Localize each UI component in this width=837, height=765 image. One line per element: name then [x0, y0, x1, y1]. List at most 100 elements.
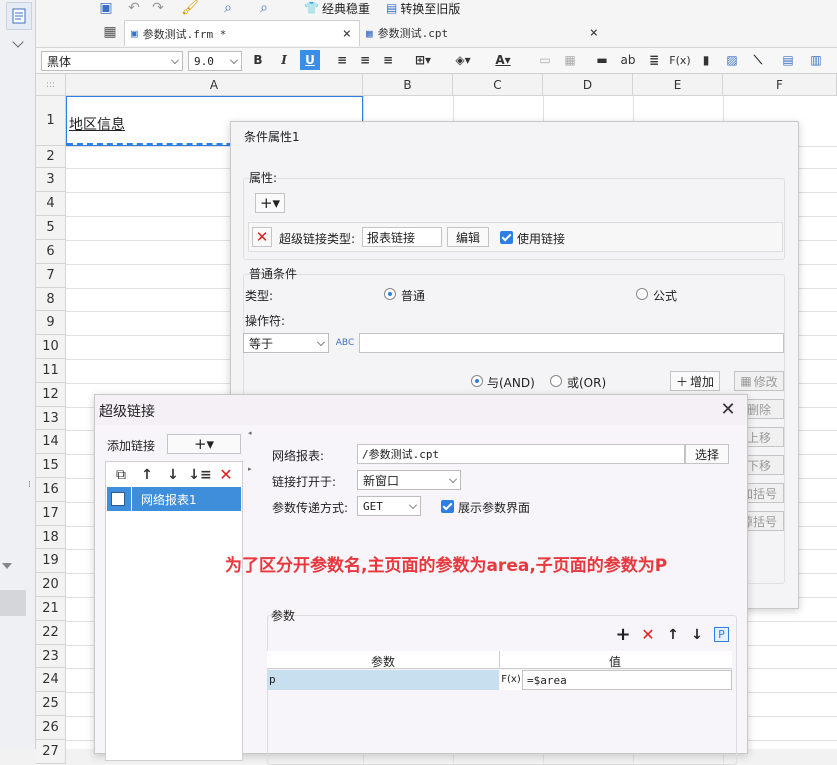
merge-icon[interactable]: ▭ [535, 50, 555, 70]
row-header[interactable]: 7 [36, 264, 66, 288]
formula-radio[interactable] [636, 288, 648, 300]
convert-button[interactable]: ▤ 转换至旧版 [386, 0, 460, 16]
col-header-c[interactable]: C [453, 74, 543, 96]
row-header[interactable]: 16 [36, 478, 66, 502]
row-header[interactable]: 4 [36, 192, 66, 216]
caret-down-icon[interactable] [0, 560, 14, 570]
close-icon[interactable]: × [590, 25, 598, 41]
splitter-handle[interactable]: ⁞ [28, 480, 34, 492]
row-header[interactable]: 24 [36, 668, 66, 692]
param-method-select[interactable]: GET [357, 496, 421, 516]
grid-icon[interactable]: ▦ [102, 24, 118, 40]
modify-button[interactable]: ▦ 修改 [734, 371, 784, 391]
side-scroll-block[interactable] [0, 590, 26, 616]
text-ab-button[interactable]: ab [618, 50, 638, 70]
delete-property-icon[interactable]: ✕ [252, 227, 272, 247]
tab-frm[interactable]: ▣ 参数测试.frm * × [124, 20, 360, 46]
add-link-button[interactable]: +▾ [167, 434, 241, 454]
delete-link-icon[interactable]: ✕ [215, 465, 237, 485]
list-item[interactable]: 网络报表1 [107, 487, 241, 511]
param-formula-button[interactable]: F(x) [500, 670, 522, 690]
border-icon[interactable]: ⊞▾ [408, 50, 438, 70]
delete-param-icon[interactable]: ✕ [638, 625, 658, 645]
preview-icon[interactable]: ⌕ [220, 0, 236, 16]
add-condition-button[interactable]: ＋增加 [670, 371, 720, 391]
row-header[interactable]: 8 [36, 288, 66, 311]
row-header[interactable]: 2 [36, 146, 66, 168]
sort-icon[interactable]: ↓≡ [188, 465, 211, 485]
col-header-a[interactable]: A [66, 74, 363, 96]
align-right-icon[interactable]: ≡ [378, 50, 398, 70]
cell-icon[interactable]: ▬ [592, 50, 612, 70]
stable-button[interactable]: 👕 经典稳重 [304, 0, 370, 16]
operator-select[interactable]: 等于 [243, 333, 329, 353]
network-report-field[interactable]: /参数测试.cpt [357, 444, 685, 464]
row-header[interactable]: 27 [36, 740, 66, 764]
row-header[interactable]: 15 [36, 454, 66, 478]
arrow-down-icon[interactable]: ↓ [163, 465, 183, 485]
param-name-cell[interactable]: p [267, 670, 499, 690]
row-header[interactable]: 10 [36, 335, 66, 359]
edit-button[interactable]: 编辑 [447, 227, 489, 247]
row-header[interactable]: 19 [36, 549, 66, 573]
row-header[interactable]: 1 [36, 96, 66, 146]
operator-value-input[interactable] [359, 333, 784, 353]
row-header[interactable]: 5 [36, 216, 66, 240]
add-property-button[interactable]: +▾ [255, 193, 285, 213]
param-down-icon[interactable]: ↓ [687, 625, 707, 645]
close-icon[interactable]: × [343, 26, 351, 42]
link-type-field[interactable]: 报表链接 [362, 227, 442, 247]
font-size-select[interactable]: 9.0 [188, 51, 242, 71]
collapse-left-icon[interactable]: ◂ [248, 429, 254, 437]
font-select[interactable]: 黑体 [41, 51, 183, 71]
row-header[interactable]: 21 [36, 597, 66, 621]
abc-formula-icon[interactable]: ABC [334, 333, 356, 353]
param-up-icon[interactable]: ↑ [663, 625, 683, 645]
row-header[interactable]: 13 [36, 407, 66, 430]
undo-icon[interactable]: ↶ [126, 0, 142, 16]
row-header[interactable]: 18 [36, 526, 66, 549]
split-icon[interactable]: ▦ [560, 50, 580, 70]
row-header[interactable]: 3 [36, 168, 66, 192]
tab-cpt[interactable]: ▦ 参数测试.cpt × [362, 20, 608, 46]
brush-icon[interactable]: 🖌 [181, 0, 199, 16]
row-header[interactable]: 26 [36, 716, 66, 740]
bold-button[interactable]: B [248, 50, 268, 70]
row-header[interactable]: 25 [36, 692, 66, 716]
search-icon[interactable]: ⌕ [256, 0, 272, 16]
col-header-b[interactable]: B [363, 74, 453, 96]
row-header[interactable]: 14 [36, 430, 66, 454]
param-p-icon[interactable]: P [714, 627, 729, 642]
panel-icon[interactable]: ▥ [806, 50, 826, 70]
row-header[interactable]: 22 [36, 621, 66, 645]
or-radio[interactable] [550, 375, 562, 387]
row-header[interactable]: 12 [36, 383, 66, 407]
and-radio[interactable] [471, 375, 483, 387]
row-header[interactable]: 17 [36, 502, 66, 526]
chevron-down-icon[interactable] [12, 36, 24, 48]
copy-icon[interactable]: ⧉ [111, 465, 131, 485]
collapse-right-icon[interactable]: ▸ [248, 465, 254, 473]
select-button[interactable]: 选择 [685, 444, 729, 464]
row-header[interactable]: 9 [36, 311, 66, 335]
col-header-f[interactable]: F [723, 74, 837, 96]
grid-corner[interactable]: ::: [36, 74, 66, 96]
use-link-checkbox[interactable] [500, 231, 513, 244]
align-center-icon[interactable]: ≡ [355, 50, 375, 70]
col-header-d[interactable]: D [543, 74, 633, 96]
slash-icon[interactable]: ⟍ [748, 50, 768, 70]
redo-icon[interactable]: ↷ [150, 0, 166, 16]
fill-icon[interactable]: ◈▾ [448, 50, 478, 70]
font-color-icon[interactable]: A▾ [488, 50, 518, 70]
arrow-up-icon[interactable]: ↑ [137, 465, 157, 485]
param-value-field[interactable]: =$area [522, 670, 732, 690]
col-header-e[interactable]: E [633, 74, 723, 96]
align-left-icon[interactable]: ≡ [332, 50, 352, 70]
close-icon[interactable]: ✕ [717, 399, 739, 421]
row-header[interactable]: 23 [36, 645, 66, 668]
show-param-checkbox[interactable] [441, 500, 454, 513]
add-param-icon[interactable]: + [613, 625, 633, 645]
row-header[interactable]: 6 [36, 240, 66, 264]
italic-button[interactable]: I [274, 50, 294, 70]
doc-icon[interactable] [6, 2, 32, 30]
